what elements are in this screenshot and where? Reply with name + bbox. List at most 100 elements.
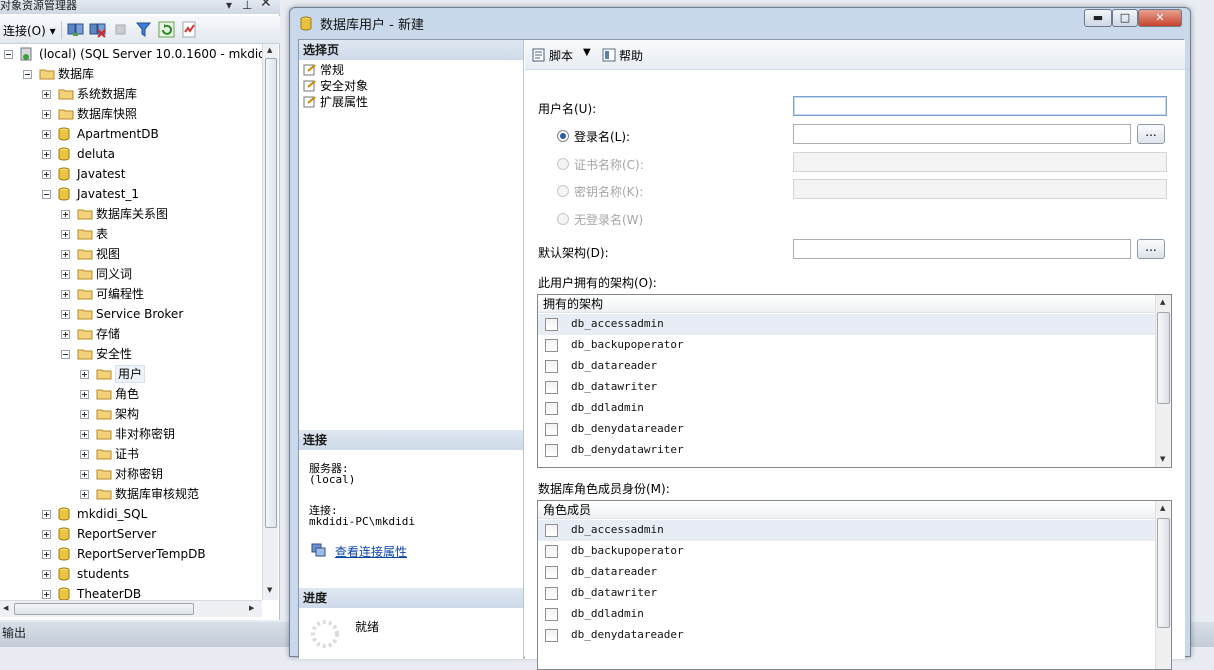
expand-icon[interactable] [80, 390, 89, 399]
expand-icon[interactable] [61, 210, 70, 219]
checkbox[interactable] [545, 608, 558, 621]
expand-icon[interactable] [42, 150, 51, 159]
expand-icon[interactable] [61, 310, 70, 319]
expand-icon[interactable] [61, 250, 70, 259]
tree-node[interactable]: 数据库审核规范 [0, 485, 262, 503]
list-item[interactable]: db_backupoperator [538, 335, 1155, 356]
script-dropdown-arrow-icon[interactable]: ▼ [583, 47, 591, 58]
tree-node[interactable]: 非对称密钥 [0, 425, 262, 443]
checkbox[interactable] [545, 381, 558, 394]
expand-icon[interactable] [80, 450, 89, 459]
tree-node[interactable]: TheaterDB [0, 585, 262, 600]
filter-icon[interactable] [135, 21, 152, 38]
expand-icon[interactable] [80, 430, 89, 439]
checkbox[interactable] [545, 587, 558, 600]
tree-node[interactable]: Javatest_1 [0, 185, 262, 203]
tree-node[interactable]: 存储 [0, 325, 262, 343]
checkbox[interactable] [545, 444, 558, 457]
scroll-right-icon[interactable]: ▶ [249, 604, 254, 612]
expand-icon[interactable] [61, 270, 70, 279]
connect-server-icon[interactable] [67, 21, 84, 38]
scroll-up-icon[interactable]: ▲ [1160, 504, 1165, 512]
checkbox[interactable] [545, 629, 558, 642]
owned-schemas-scrollbar[interactable]: ▲ ▼ [1155, 295, 1171, 467]
cert-name-radio[interactable] [557, 158, 569, 170]
scroll-left-icon[interactable]: ◀ [3, 604, 8, 612]
scroll-up-icon[interactable]: ▲ [267, 46, 272, 54]
scroll-up-icon[interactable]: ▲ [1160, 298, 1165, 306]
maximize-button[interactable]: □ [1112, 9, 1138, 27]
login-browse-button[interactable]: ... [1137, 124, 1165, 144]
tree-node[interactable]: Service Broker [0, 305, 262, 323]
expand-icon[interactable] [42, 530, 51, 539]
checkbox[interactable] [545, 566, 558, 579]
collapse-icon[interactable] [23, 70, 32, 79]
expand-icon[interactable] [42, 90, 51, 99]
login-name-radio[interactable] [557, 130, 569, 142]
close-button[interactable]: ✕ [1138, 9, 1182, 27]
scroll-thumb[interactable] [265, 58, 277, 528]
list-item[interactable]: db_datawriter [538, 377, 1155, 398]
tree-node[interactable]: ApartmentDB [0, 125, 262, 143]
tree-node[interactable]: 架构 [0, 405, 262, 423]
checkbox[interactable] [545, 545, 558, 558]
collapse-icon[interactable] [42, 190, 51, 199]
tree-node[interactable]: 角色 [0, 385, 262, 403]
tree-node[interactable]: Javatest [0, 165, 262, 183]
default-schema-input[interactable] [793, 239, 1131, 259]
no-login-radio[interactable] [557, 213, 569, 225]
expand-icon[interactable] [61, 330, 70, 339]
activity-monitor-icon[interactable] [181, 21, 198, 38]
role-membership-scrollbar[interactable]: ▲ [1155, 501, 1171, 669]
expand-icon[interactable] [42, 550, 51, 559]
tree-node[interactable]: mkdidi_SQL [0, 505, 262, 523]
tree-vertical-scrollbar[interactable]: ▲ ▼ [262, 44, 278, 600]
expand-icon[interactable] [80, 410, 89, 419]
expand-icon[interactable] [80, 370, 89, 379]
key-name-radio[interactable] [557, 185, 569, 197]
scroll-thumb[interactable] [1157, 518, 1170, 628]
expand-icon[interactable] [42, 110, 51, 119]
login-name-input[interactable] [793, 124, 1131, 144]
tree-node[interactable]: 证书 [0, 445, 262, 463]
refresh-icon[interactable] [158, 21, 175, 38]
page-general[interactable]: 常规 [303, 62, 344, 78]
list-item[interactable]: db_backupoperator [538, 541, 1155, 562]
page-extended-properties[interactable]: 扩展属性 [303, 94, 368, 110]
schema-browse-button[interactable]: ... [1137, 239, 1165, 259]
script-button[interactable]: 脚本 [531, 47, 573, 64]
tree-node[interactable]: 安全性 [0, 345, 262, 363]
list-item[interactable]: db_denydatawriter [538, 440, 1155, 461]
minimize-button[interactable]: ▬ [1084, 9, 1112, 27]
view-connection-properties-link[interactable]: 查看连接属性 [335, 543, 407, 560]
collapse-icon[interactable] [4, 50, 13, 59]
tree-node[interactable]: (local) (SQL Server 10.0.1600 - mkdidi [0, 45, 262, 63]
tree-node[interactable]: ReportServer [0, 525, 262, 543]
expand-icon[interactable] [61, 290, 70, 299]
expand-icon[interactable] [42, 590, 51, 599]
pin-icon[interactable]: ⊥ [242, 0, 252, 11]
tree-node[interactable]: 数据库关系图 [0, 205, 262, 223]
list-item[interactable]: db_denydatareader [538, 419, 1155, 440]
checkbox[interactable] [545, 318, 558, 331]
list-item[interactable]: db_datareader [538, 356, 1155, 377]
username-input[interactable] [793, 96, 1167, 116]
scroll-down-icon[interactable]: ▼ [267, 586, 272, 594]
checkbox[interactable] [545, 360, 558, 373]
checkbox[interactable] [545, 423, 558, 436]
tree-node[interactable]: 系统数据库 [0, 85, 262, 103]
pane-menu-icon[interactable]: ▾ [226, 0, 232, 11]
stop-icon[interactable] [113, 21, 130, 38]
close-pane-icon[interactable]: ✕ [260, 0, 272, 10]
scroll-thumb[interactable] [1157, 312, 1170, 404]
expand-icon[interactable] [61, 230, 70, 239]
checkbox[interactable] [545, 402, 558, 415]
tree-node[interactable]: 表 [0, 225, 262, 243]
collapse-icon[interactable] [61, 350, 70, 359]
list-item[interactable]: db_accessadmin [538, 314, 1155, 335]
disconnect-server-icon[interactable] [89, 21, 106, 38]
tree-node[interactable]: 用户 [0, 365, 262, 383]
help-button[interactable]: 帮助 [601, 47, 643, 64]
list-item[interactable]: db_ddladmin [538, 604, 1155, 625]
list-item[interactable]: db_denydatareader [538, 625, 1155, 646]
